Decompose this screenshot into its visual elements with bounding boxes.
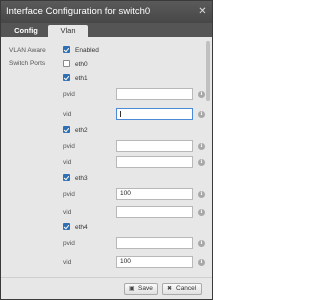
cancel-button[interactable]: ✖ Cancel (162, 283, 202, 295)
eth2-checkbox[interactable] (63, 126, 70, 133)
info-icon[interactable]: i (198, 143, 205, 150)
eth1-pvid-input[interactable] (116, 88, 193, 100)
eth2-pvid-label: pvid (63, 143, 75, 150)
info-icon[interactable]: i (198, 91, 205, 98)
dialog-title: Interface Configuration for switch0 (1, 1, 212, 23)
eth2-vid-input[interactable] (116, 156, 193, 168)
eth2-vid-label: vid (63, 159, 72, 166)
save-button-label: Save (138, 285, 153, 292)
vlan-aware-label: VLAN Aware (9, 47, 46, 54)
eth3-vid-input[interactable] (116, 206, 193, 218)
close-icon[interactable]: ✕ (196, 5, 209, 18)
eth1-label: eth1 (75, 75, 88, 82)
info-icon[interactable]: i (198, 209, 205, 216)
info-icon[interactable]: i (198, 159, 205, 166)
eth3-checkbox[interactable] (63, 174, 70, 181)
cancel-button-label: Cancel (176, 285, 197, 292)
tab-vlan[interactable]: Vlan (48, 25, 88, 37)
vlan-aware-checkbox[interactable] (63, 46, 70, 53)
eth2-pvid-input[interactable] (116, 140, 193, 152)
eth4-checkbox[interactable] (63, 223, 70, 230)
scrollbar-thumb[interactable] (206, 41, 210, 101)
info-icon[interactable]: i (198, 259, 205, 266)
form-body: VLAN Aware Enabled Switch Ports eth0 eth… (5, 41, 208, 273)
tab-config[interactable]: Config (6, 25, 46, 37)
tab-bar: Config Vlan (1, 23, 212, 37)
info-icon[interactable]: i (198, 191, 205, 198)
eth3-label: eth3 (75, 175, 88, 182)
eth1-checkbox[interactable] (63, 74, 70, 81)
info-icon[interactable]: i (198, 240, 205, 247)
interface-config-dialog: Interface Configuration for switch0 ✕ Co… (0, 0, 213, 300)
dialog-footer: ▣ Save ✖ Cancel (1, 277, 212, 299)
eth1-vid-input[interactable] (116, 108, 193, 120)
eth1-vid-label: vid (63, 111, 72, 118)
eth4-label: eth4 (75, 224, 88, 231)
eth3-vid-label: vid (63, 209, 72, 216)
info-icon[interactable]: i (198, 111, 205, 118)
eth1-pvid-label: pvid (63, 91, 75, 98)
scrollbar[interactable] (205, 41, 210, 273)
cancel-icon: ✖ (167, 286, 173, 292)
vlan-aware-checkbox-label: Enabled (75, 47, 99, 54)
switch-ports-label: Switch Ports (9, 60, 46, 67)
eth3-pvid-label: pvid (63, 191, 75, 198)
eth3-pvid-input[interactable]: 100 (116, 188, 193, 200)
eth4-vid-input[interactable]: 100 (116, 256, 193, 268)
save-button[interactable]: ▣ Save (124, 283, 158, 295)
eth4-vid-label: vid (63, 259, 72, 266)
save-icon: ▣ (129, 286, 135, 292)
eth4-pvid-label: pvid (63, 240, 75, 247)
eth0-label: eth0 (75, 61, 88, 68)
eth4-pvid-input[interactable] (116, 237, 193, 249)
eth0-checkbox[interactable] (63, 60, 70, 67)
eth2-label: eth2 (75, 127, 88, 134)
